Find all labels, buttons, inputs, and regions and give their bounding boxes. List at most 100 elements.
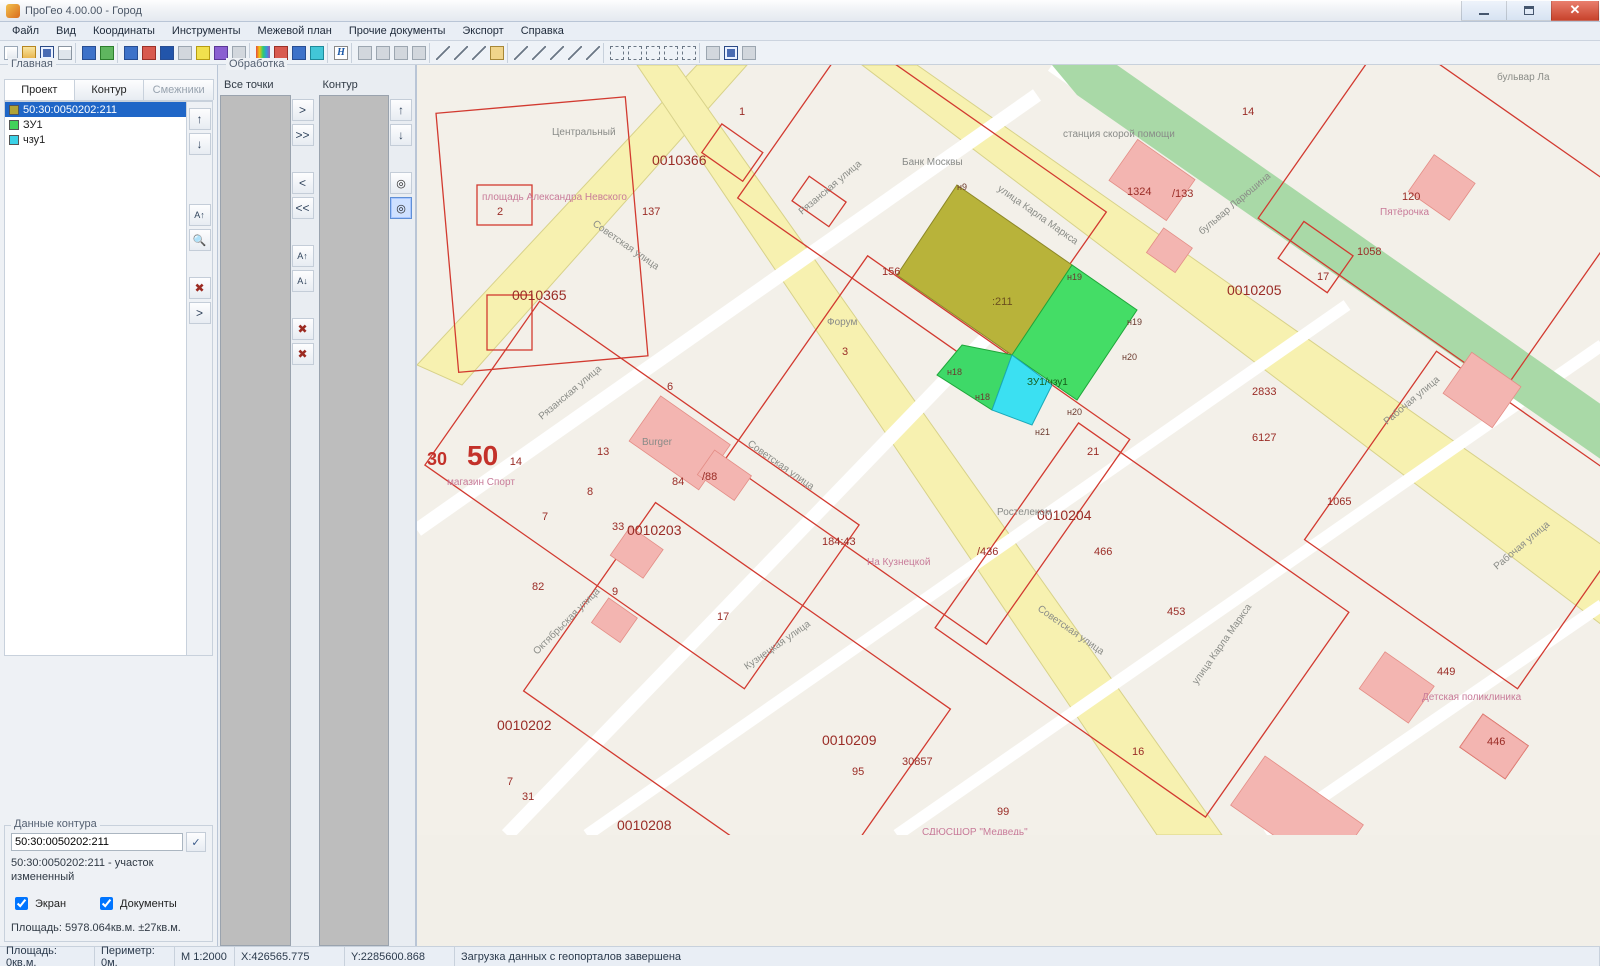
tb-g3[interactable] bbox=[644, 44, 662, 62]
menu-file[interactable]: Файл bbox=[4, 23, 47, 39]
checkbox-docs-input[interactable] bbox=[100, 897, 113, 910]
list-item[interactable]: чзу1 bbox=[5, 132, 186, 147]
svg-text:н18: н18 bbox=[947, 367, 962, 377]
tb-t3[interactable] bbox=[740, 44, 758, 62]
expand-button[interactable]: > bbox=[189, 302, 211, 324]
menu-export[interactable]: Экспорт bbox=[454, 23, 511, 39]
add-button[interactable]: > bbox=[292, 99, 314, 121]
tb-t1[interactable] bbox=[704, 44, 722, 62]
menu-help[interactable]: Справка bbox=[513, 23, 572, 39]
menu-coords[interactable]: Координаты bbox=[85, 23, 163, 39]
svg-text:1065: 1065 bbox=[1327, 496, 1351, 508]
svg-text:Банк Москвы: Банк Москвы bbox=[902, 157, 963, 168]
checkbox-docs[interactable]: Документы bbox=[96, 894, 177, 913]
menu-tools[interactable]: Инструменты bbox=[164, 23, 249, 39]
clear1-button[interactable]: ✖ bbox=[189, 277, 211, 299]
sort-asc2-button[interactable]: А↑ bbox=[292, 245, 314, 267]
tb-line3[interactable] bbox=[470, 44, 488, 62]
sort-desc-icon: А↓ bbox=[297, 277, 308, 286]
move-up-button[interactable]: ↑ bbox=[189, 108, 211, 130]
menu-other[interactable]: Прочие документы bbox=[341, 23, 454, 39]
list-item[interactable]: ЗУ1 bbox=[5, 117, 186, 132]
tb-export[interactable] bbox=[98, 44, 116, 62]
tb-g5[interactable] bbox=[680, 44, 698, 62]
svg-text:137: 137 bbox=[642, 206, 660, 218]
checkbox-ekran-input[interactable] bbox=[15, 897, 28, 910]
rotate-cw-button[interactable]: ◎ bbox=[390, 172, 412, 194]
apply-button[interactable]: ✓ bbox=[186, 832, 206, 852]
menu-view[interactable]: Вид bbox=[48, 23, 84, 39]
sort-desc2-button[interactable]: А↓ bbox=[292, 270, 314, 292]
window-maximize[interactable] bbox=[1506, 1, 1552, 21]
tb-x2[interactable] bbox=[530, 44, 548, 62]
tb-t2[interactable] bbox=[722, 44, 740, 62]
tb-line2[interactable] bbox=[452, 44, 470, 62]
tb-x3[interactable] bbox=[548, 44, 566, 62]
svg-text:/436: /436 bbox=[977, 546, 998, 558]
del2-button[interactable]: ✖ bbox=[292, 343, 314, 365]
tb-x4[interactable] bbox=[566, 44, 584, 62]
svg-text:Форум: Форум bbox=[827, 317, 858, 328]
svg-text:3: 3 bbox=[842, 346, 848, 358]
list-item-label: чзу1 bbox=[23, 134, 45, 146]
contour-down-button[interactable]: ↓ bbox=[390, 124, 412, 146]
tb-m4[interactable] bbox=[410, 44, 428, 62]
add-all-button[interactable]: >> bbox=[292, 124, 314, 146]
svg-text:Burger: Burger bbox=[642, 437, 673, 448]
arrow-up-icon: ↑ bbox=[197, 113, 203, 125]
dbl-arrow-right-icon: >> bbox=[295, 129, 309, 141]
tab-project[interactable]: Проект bbox=[4, 79, 75, 100]
tb-line1[interactable] bbox=[434, 44, 452, 62]
object-list[interactable]: 50:30:0050202:211 ЗУ1 чзу1 bbox=[5, 102, 186, 655]
delete-icon: ✖ bbox=[297, 323, 307, 335]
sort-asc-icon: А↑ bbox=[194, 211, 205, 220]
move-down-button[interactable]: ↓ bbox=[189, 133, 211, 155]
all-points-list[interactable] bbox=[220, 95, 291, 946]
clear-icon: ✖ bbox=[194, 282, 204, 294]
contour-up-button[interactable]: ↑ bbox=[390, 99, 412, 121]
svg-text:453: 453 bbox=[1167, 606, 1185, 618]
svg-text:84: 84 bbox=[672, 476, 684, 488]
del1-button[interactable]: ✖ bbox=[292, 318, 314, 340]
tb-print[interactable] bbox=[56, 44, 74, 62]
svg-text:30: 30 bbox=[427, 449, 447, 469]
menu-mezh[interactable]: Межевой план bbox=[250, 23, 340, 39]
arrow-up-icon: ↑ bbox=[398, 104, 404, 116]
tb-layer5[interactable] bbox=[194, 44, 212, 62]
window-close[interactable]: ✕ bbox=[1551, 1, 1599, 21]
target-icon: ◎ bbox=[396, 177, 406, 190]
tb-g4[interactable] bbox=[662, 44, 680, 62]
tb-g2[interactable] bbox=[626, 44, 644, 62]
tb-import[interactable] bbox=[80, 44, 98, 62]
tb-x5[interactable] bbox=[584, 44, 602, 62]
tb-style-H[interactable]: H bbox=[332, 44, 350, 62]
tb-measure[interactable] bbox=[488, 44, 506, 62]
tab-smezh[interactable]: Смежники bbox=[143, 79, 214, 100]
find-button[interactable]: 🔍 bbox=[189, 229, 211, 251]
remove-button[interactable]: < bbox=[292, 172, 314, 194]
tb-g1[interactable] bbox=[608, 44, 626, 62]
tb-m3[interactable] bbox=[392, 44, 410, 62]
tb-m1[interactable] bbox=[356, 44, 374, 62]
window-minimize[interactable] bbox=[1461, 1, 1507, 21]
tb-layer3[interactable] bbox=[158, 44, 176, 62]
tb-x1[interactable] bbox=[512, 44, 530, 62]
tb-layer2[interactable] bbox=[140, 44, 158, 62]
checkbox-ekran[interactable]: Экран bbox=[11, 894, 66, 913]
tb-m2[interactable] bbox=[374, 44, 392, 62]
svg-text:33: 33 bbox=[612, 521, 624, 533]
map-canvas[interactable]: н9 н19 н19 н20 н20 н21 н18 н18 :211 ЗУ1/… bbox=[416, 65, 1600, 946]
tab-contour[interactable]: Контур bbox=[74, 79, 145, 100]
list-item[interactable]: 50:30:0050202:211 bbox=[5, 102, 186, 117]
tb-layer1[interactable] bbox=[122, 44, 140, 62]
tb-poly3[interactable] bbox=[308, 44, 326, 62]
tb-poly2[interactable] bbox=[290, 44, 308, 62]
remove-all-button[interactable]: << bbox=[292, 197, 314, 219]
contour-id-input[interactable] bbox=[11, 833, 183, 851]
contour-points-list[interactable] bbox=[319, 95, 390, 946]
rotate-ccw-button[interactable]: ◎ bbox=[390, 197, 412, 219]
tb-layer4[interactable] bbox=[176, 44, 194, 62]
svg-text:0010209: 0010209 bbox=[822, 732, 877, 748]
status-bar: Площадь: 0кв.м. Периметр: 0м. М 1:2000 X… bbox=[0, 946, 1600, 966]
sort-asc-button[interactable]: А↑ bbox=[189, 204, 211, 226]
